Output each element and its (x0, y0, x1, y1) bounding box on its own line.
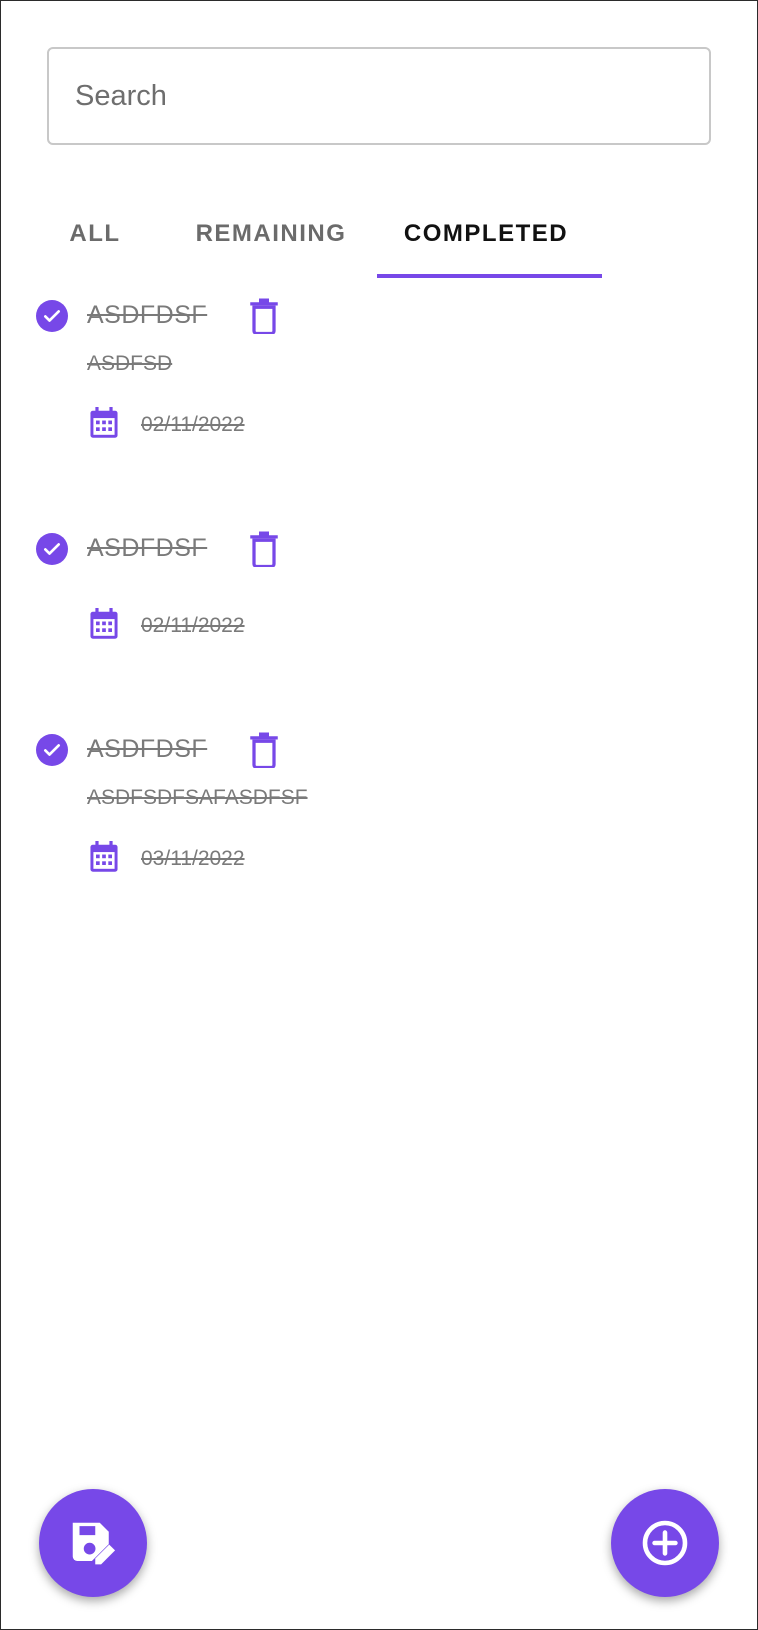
add-circle-icon (642, 1520, 688, 1566)
trash-icon[interactable] (249, 531, 279, 567)
todo-date: 03/11/2022 (141, 847, 245, 870)
filter-tabs: ALL REMAINING COMPLETED (1, 209, 757, 281)
calendar-icon (90, 841, 118, 872)
tab-all[interactable]: ALL (59, 209, 131, 277)
add-todo-button[interactable] (611, 1489, 719, 1597)
todo-title: ASDFDSF (87, 735, 208, 763)
search-field[interactable] (47, 47, 711, 145)
calendar-icon (90, 608, 118, 639)
check-circle-icon[interactable] (36, 734, 68, 766)
check-circle-icon[interactable] (36, 533, 68, 565)
check-circle-icon[interactable] (36, 300, 68, 332)
tab-remaining[interactable]: REMAINING (191, 209, 351, 277)
active-tab-indicator (377, 274, 602, 278)
todo-description: ASDFSD (87, 352, 173, 375)
search-input[interactable] (73, 78, 709, 114)
calendar-icon (90, 407, 118, 438)
todo-title: ASDFDSF (87, 301, 208, 329)
save-edit-icon (72, 1522, 116, 1565)
save-edit-button[interactable] (39, 1489, 147, 1597)
app-screen: ALL REMAINING COMPLETED ASDFDSF ASDFSD (0, 0, 758, 1630)
trash-icon[interactable] (249, 298, 279, 334)
todo-description: ASDFSDFSAFASDFSF (87, 786, 308, 809)
tab-completed[interactable]: COMPLETED (391, 209, 581, 277)
trash-icon[interactable] (249, 732, 279, 768)
todo-date: 02/11/2022 (141, 614, 245, 637)
todo-title: ASDFDSF (87, 534, 208, 562)
todo-date: 02/11/2022 (141, 413, 245, 436)
